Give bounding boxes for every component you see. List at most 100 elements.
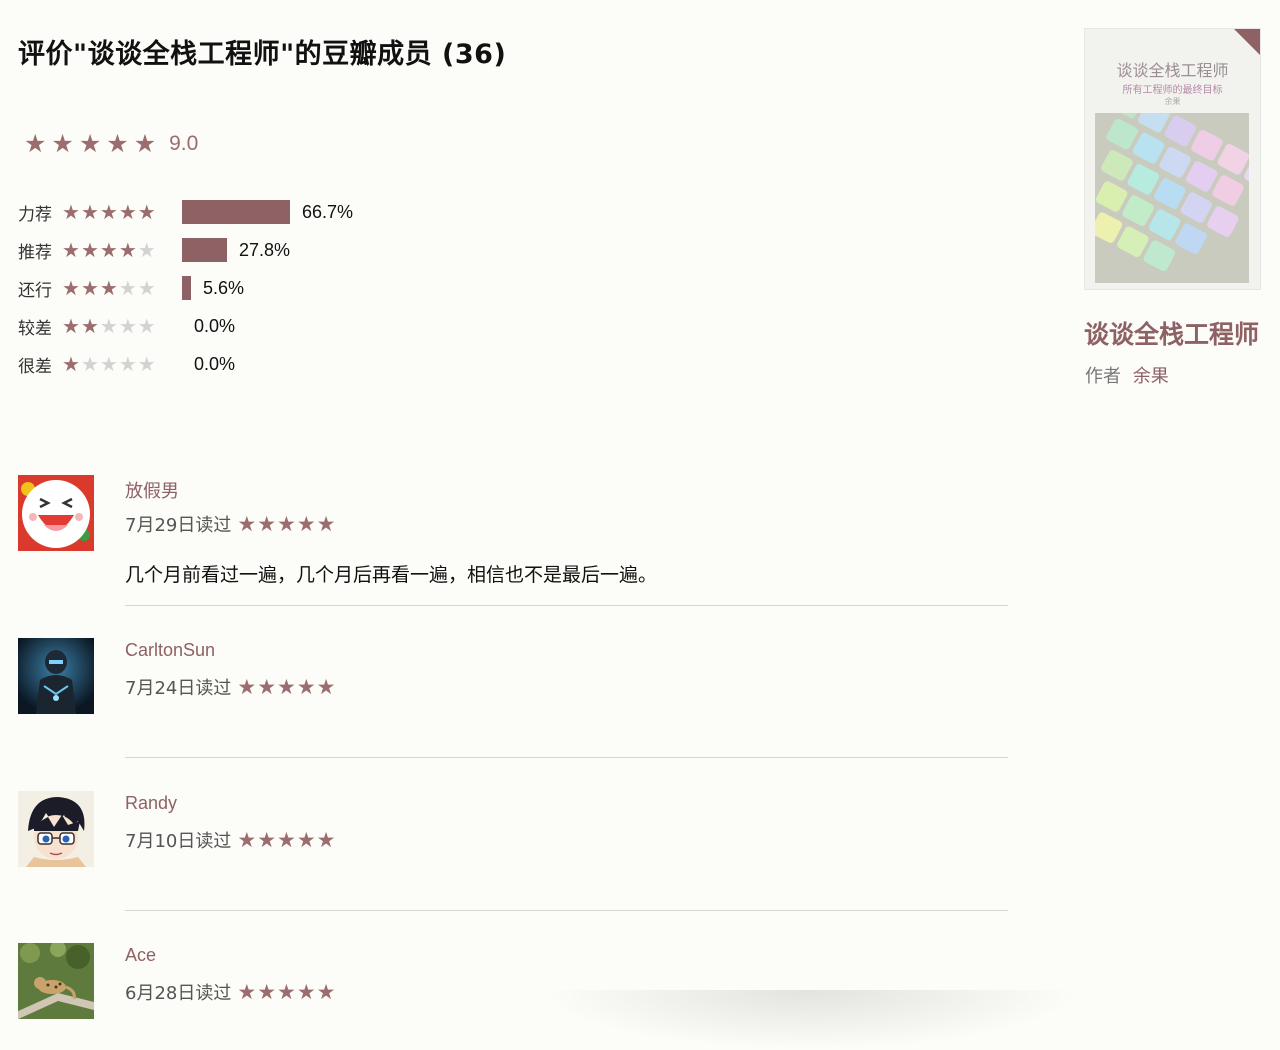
star-icon: ★ <box>316 511 337 536</box>
star-icon: ★ <box>118 352 138 376</box>
rating-percent: 66.7% <box>302 201 354 222</box>
reviewer-name-link[interactable]: Randy <box>125 793 177 814</box>
star-icon: ★ <box>277 979 297 1004</box>
review-meta: 6月28日读过 ★★★★★ <box>125 979 337 1005</box>
star-icon: ★ <box>62 352 81 376</box>
star-icon: ★ <box>257 674 278 699</box>
star-icon: ★ <box>133 129 162 158</box>
star-icon: ★ <box>62 238 81 262</box>
read-date: 6月28日读过 <box>125 983 232 1004</box>
laughing-face-avatar[interactable] <box>18 475 94 551</box>
review-meta: 7月10日读过 ★★★★★ <box>125 827 337 853</box>
rating-label: 还行 <box>18 280 52 301</box>
star-icon: ★ <box>99 352 119 376</box>
reviewer-name-link[interactable]: Ace <box>125 945 156 966</box>
rating-stars: ★★★★★ <box>62 278 182 298</box>
rating-row: 较差 ★★★★★ 0.0% <box>18 307 353 345</box>
star-icon: ★ <box>257 511 278 536</box>
rating-stars: ★★★★★ <box>62 316 182 336</box>
star-icon: ★ <box>80 314 100 338</box>
rating-percent: 27.8% <box>239 239 291 260</box>
star-icon: ★ <box>137 314 157 338</box>
anime-boy-avatar[interactable] <box>18 791 94 867</box>
rating-percent: 5.6% <box>203 277 245 298</box>
review-comment: 几个月前看过一遍，几个月后再看一遍，相信也不是最后一遍。 <box>125 564 658 586</box>
star-icon: ★ <box>277 674 297 699</box>
book-cover[interactable]: 谈谈全栈工程师 所有工程师的最终目标 余果 <box>1084 28 1261 290</box>
star-icon: ★ <box>118 314 138 338</box>
review-stars: ★★★★★ <box>237 511 337 536</box>
star-icon: ★ <box>137 238 157 262</box>
star-icon: ★ <box>296 674 317 699</box>
review-stars: ★★★★★ <box>237 674 337 699</box>
cover-author: 余果 <box>1164 97 1181 106</box>
star-icon: ★ <box>296 979 317 1004</box>
rating-percent: 0.0% <box>194 353 236 374</box>
star-icon: ★ <box>277 511 297 536</box>
star-icon: ★ <box>137 276 157 300</box>
rating-bar <box>182 238 227 262</box>
review-stars: ★★★★★ <box>237 979 337 1004</box>
rating-stars: ★★★★★ <box>62 202 182 222</box>
review-meta: 7月24日读过 ★★★★★ <box>125 674 337 700</box>
star-icon: ★ <box>80 276 100 300</box>
keyboard-illustration <box>1095 113 1249 283</box>
rating-row: 推荐 ★★★★★ 27.8% <box>18 231 353 269</box>
rating-bar <box>182 276 191 300</box>
average-rating: ★★★★★ 9.0 <box>24 131 198 156</box>
book-title-link[interactable]: 谈谈全栈工程师 <box>1084 315 1259 351</box>
rating-row: 力荐 ★★★★★ 66.7% <box>18 193 353 231</box>
star-icon: ★ <box>237 827 258 852</box>
star-icon: ★ <box>78 129 107 158</box>
star-icon: ★ <box>99 314 119 338</box>
star-icon: ★ <box>296 827 317 852</box>
star-icon: ★ <box>24 129 52 158</box>
bookmark-corner-icon <box>1234 29 1260 55</box>
star-icon: ★ <box>118 238 138 262</box>
author-label: 作者 <box>1085 366 1121 387</box>
rating-distribution: 力荐 ★★★★★ 66.7% 推荐 ★★★★★ 27.8% 还行 ★★★★★ 5.6% 较差 ★★★… <box>18 193 353 383</box>
divider <box>125 605 1008 606</box>
rating-label: 很差 <box>18 356 52 377</box>
read-date: 7月29日读过 <box>125 515 232 536</box>
star-icon: ★ <box>237 979 258 1004</box>
star-icon: ★ <box>257 979 278 1004</box>
star-icon: ★ <box>62 200 81 224</box>
read-date: 7月24日读过 <box>125 678 232 699</box>
rating-bar <box>182 200 290 224</box>
star-icon: ★ <box>257 827 278 852</box>
bottom-shadow <box>540 990 1080 1050</box>
rating-label: 较差 <box>18 318 52 339</box>
cover-subtitle: 所有工程师的最终目标 <box>1122 85 1223 96</box>
reviewer-name-link[interactable]: CarltonSun <box>125 640 215 661</box>
star-icon: ★ <box>99 200 119 224</box>
star-icon: ★ <box>316 979 337 1004</box>
star-icon: ★ <box>99 238 119 262</box>
book-author: 作者 余果 <box>1085 362 1169 388</box>
review-meta: 7月29日读过 ★★★★★ <box>125 511 337 537</box>
star-icon: ★ <box>106 129 134 158</box>
star-icon: ★ <box>237 511 258 536</box>
reviewer-name-link[interactable]: 放假男 <box>125 477 179 503</box>
author-name-link[interactable]: 余果 <box>1133 366 1169 387</box>
rating-row: 很差 ★★★★★ 0.0% <box>18 345 353 383</box>
star-icon: ★ <box>237 674 258 699</box>
star-icon: ★ <box>80 238 100 262</box>
star-icon: ★ <box>80 200 100 224</box>
cover-title: 谈谈全栈工程师 <box>1116 61 1229 80</box>
divider <box>125 757 1008 758</box>
star-icon: ★ <box>51 129 79 158</box>
star-icon: ★ <box>137 352 157 376</box>
star-icon: ★ <box>118 200 138 224</box>
rating-label: 力荐 <box>18 204 52 225</box>
star-icon: ★ <box>316 674 337 699</box>
average-stars: ★★★★★ <box>24 131 161 156</box>
rating-stars: ★★★★★ <box>62 240 182 260</box>
rating-label: 推荐 <box>18 242 52 263</box>
divider <box>125 910 1008 911</box>
leopard-on-branch-avatar[interactable] <box>18 943 94 1019</box>
star-icon: ★ <box>99 276 119 300</box>
armored-soldier-avatar[interactable] <box>18 638 94 714</box>
star-icon: ★ <box>137 200 157 224</box>
star-icon: ★ <box>296 511 317 536</box>
